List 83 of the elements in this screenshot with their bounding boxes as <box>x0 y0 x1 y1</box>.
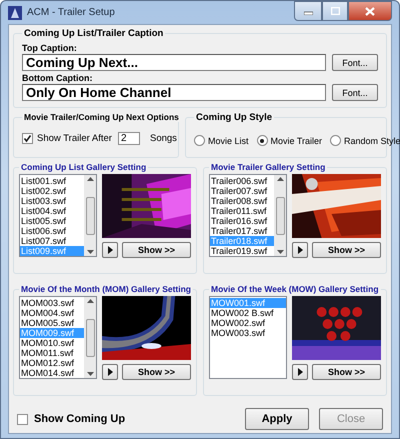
list-item[interactable]: MOM012.swf <box>20 358 84 368</box>
close-button[interactable] <box>348 1 392 21</box>
maximize-button[interactable] <box>322 1 348 21</box>
maximize-icon <box>330 7 340 15</box>
show-button[interactable]: Show >> <box>122 242 191 258</box>
radio-label: Random Style <box>344 136 400 146</box>
group-title: Movie Of the Week (MOW) Gallery Setting <box>210 284 380 294</box>
group-title: Movie Of the Month (MOM) Gallery Setting <box>20 284 192 294</box>
list-item[interactable]: Trailer011.swf <box>210 206 274 216</box>
list-item[interactable]: MOW002 B.swf <box>210 308 286 318</box>
file-list[interactable]: MOM003.swf MOM004.swf MOM005.swf MOM009.swf MOM010.swf MOM011.swf MOM012.swf MOM014.swf <box>19 296 97 379</box>
up-arrow-icon <box>86 299 94 303</box>
group-title: Movie Trailer/Coming Up Next Options <box>23 112 180 122</box>
radio-label: Movie List <box>208 136 249 146</box>
caption-field[interactable]: Only On Home Channel <box>22 84 326 101</box>
list-item[interactable]: Trailer019.swf <box>210 246 274 256</box>
list-item[interactable]: MOM010.swf <box>20 338 84 348</box>
app-icon <box>8 6 22 20</box>
list-item[interactable]: List003.swf <box>20 196 84 206</box>
radio-button[interactable] <box>194 135 205 146</box>
play-button[interactable] <box>102 242 118 258</box>
list-item[interactable]: Trailer007.swf <box>210 186 274 196</box>
list-item[interactable]: Trailer016.swf <box>210 216 274 226</box>
checkbox-label: Show Trailer After <box>37 133 112 144</box>
show-button[interactable]: Show >> <box>122 364 191 380</box>
show-button[interactable]: Show >> <box>312 242 381 258</box>
group-title: Coming Up Style <box>195 112 274 123</box>
list-item[interactable]: Trailer017.swf <box>210 226 274 236</box>
radio-button[interactable] <box>256 135 268 146</box>
list-item[interactable]: MOM004.swf <box>20 308 84 318</box>
field-label: Songs <box>150 133 177 144</box>
list-item[interactable]: List001.swf <box>20 176 84 186</box>
list-item[interactable]: MOM011.swf <box>20 348 84 358</box>
checkbox-label: Show Coming Up <box>34 413 126 425</box>
scrollbar[interactable] <box>84 175 96 256</box>
down-arrow-icon <box>276 250 284 254</box>
font-button[interactable]: Font... <box>332 84 378 101</box>
list-item[interactable]: List004.swf <box>20 206 84 216</box>
caption-field[interactable]: Coming Up Next... <box>22 54 326 71</box>
list-item[interactable]: MOW003.swf <box>210 328 286 338</box>
file-list[interactable]: Trailer006.swf Trailer007.swf Trailer008.swf Trailer011.swf Trailer016.swf Trailer017.swf Trailer018.swf Trailer019.swf <box>209 174 287 257</box>
play-icon <box>298 368 302 376</box>
radio-label: Movie Trailer <box>270 136 322 146</box>
play-icon <box>108 368 112 376</box>
file-list[interactable]: MOW001.swf MOW002 B.swf MOW002.swf MOW003.swf <box>209 296 287 379</box>
list-item[interactable]: Trailer006.swf <box>210 176 274 186</box>
show-button[interactable]: Show >> <box>312 364 381 380</box>
list-item[interactable]: Trailer008.swf <box>210 196 274 206</box>
checkbox[interactable] <box>22 133 33 144</box>
list-item[interactable]: List006.swf <box>20 226 84 236</box>
font-button[interactable]: Font... <box>332 54 378 71</box>
group-title: Coming Up List/Trailer Caption <box>23 28 164 39</box>
list-item[interactable]: MOW002.swf <box>210 318 286 328</box>
songs-field[interactable]: 2 <box>118 132 140 145</box>
scrollbar[interactable] <box>274 175 286 256</box>
down-arrow-icon <box>86 250 94 254</box>
down-arrow-icon <box>86 372 94 376</box>
play-button[interactable] <box>292 364 308 380</box>
field-label: Bottom Caption: <box>22 73 94 83</box>
play-icon <box>298 246 302 254</box>
play-button[interactable] <box>292 242 308 258</box>
list-item[interactable]: MOM005.swf <box>20 318 84 328</box>
group-title: Coming Up List Gallery Setting <box>20 162 148 172</box>
file-list[interactable]: List001.swf List002.swf List003.swf List004.swf List005.swf List006.swf List007.swf List009.swf <box>19 174 97 257</box>
radio-button[interactable] <box>330 135 342 146</box>
group-title: Movie Trailer Gallery Setting <box>210 162 326 172</box>
action-button[interactable]: Apply <box>245 408 309 430</box>
window-title: ACM - Trailer Setup <box>27 7 116 18</box>
list-item[interactable]: List002.swf <box>20 186 84 196</box>
field-label: Top Caption: <box>22 43 78 53</box>
checkbox[interactable] <box>17 414 28 424</box>
up-arrow-icon <box>276 177 284 181</box>
minimize-button[interactable] <box>294 1 322 21</box>
checkmark-icon <box>23 134 32 143</box>
list-item[interactable]: MOM014.swf <box>20 368 84 378</box>
play-icon <box>108 246 112 254</box>
close-icon <box>365 6 375 16</box>
list-item[interactable]: MOM003.swf <box>20 298 84 308</box>
list-item[interactable]: List005.swf <box>20 216 84 226</box>
list-item[interactable]: List007.swf <box>20 236 84 246</box>
up-arrow-icon <box>86 177 94 181</box>
scrollbar[interactable] <box>84 297 96 378</box>
play-button[interactable] <box>102 364 118 380</box>
